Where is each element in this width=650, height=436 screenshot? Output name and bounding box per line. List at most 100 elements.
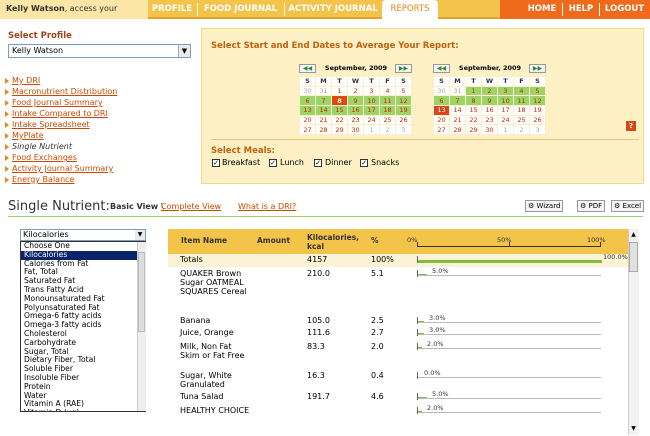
calendar-day[interactable]: 26 bbox=[395, 114, 412, 126]
calendar-day[interactable]: 31 bbox=[315, 85, 332, 97]
dinner-checkbox[interactable]: ✓ bbox=[314, 159, 322, 167]
calendar-day[interactable]: 10 bbox=[363, 95, 380, 107]
report-link-food-journal-summary[interactable]: Food Journal Summary bbox=[12, 98, 103, 107]
calendar-day[interactable]: 30 bbox=[347, 124, 364, 136]
calendar-day[interactable]: 22 bbox=[465, 114, 482, 126]
calendar-day[interactable]: 16 bbox=[347, 105, 364, 116]
calendar-day[interactable]: 13 bbox=[433, 105, 450, 116]
scroll-up-icon[interactable]: ▲ bbox=[629, 230, 638, 240]
calendar-day[interactable]: 17 bbox=[497, 105, 514, 116]
calendar-day[interactable]: 4 bbox=[513, 85, 530, 97]
tab-profile[interactable]: PROFILE bbox=[148, 0, 196, 19]
calendar-day[interactable]: 28 bbox=[449, 124, 466, 136]
next-month-button[interactable]: ▶▶ bbox=[529, 64, 546, 73]
calendar-day[interactable]: 9 bbox=[481, 95, 498, 107]
report-link-macronutrient-distribution[interactable]: Macronutrient Distribution bbox=[12, 87, 117, 96]
calendar-day[interactable]: 30 bbox=[433, 85, 450, 97]
wizard-button[interactable]: ⚙ Wizard bbox=[525, 200, 564, 212]
calendar-day[interactable]: 12 bbox=[529, 95, 546, 107]
calendar-day[interactable]: 7 bbox=[449, 95, 466, 107]
calendar-day[interactable]: 15 bbox=[331, 105, 348, 116]
calendar-day[interactable]: 24 bbox=[497, 114, 514, 126]
calendar-day[interactable]: 2 bbox=[347, 85, 364, 97]
calendar-day[interactable]: 21 bbox=[315, 114, 332, 126]
calendar-day[interactable]: 29 bbox=[465, 124, 482, 136]
calendar-day[interactable]: 18 bbox=[513, 105, 530, 116]
next-month-button[interactable]: ▶▶ bbox=[395, 64, 412, 73]
nutrient-select[interactable]: Kilocalories ▼ bbox=[20, 229, 146, 241]
calendar-day[interactable]: 2 bbox=[379, 124, 396, 136]
excel-button[interactable]: ⚙ Excel bbox=[611, 200, 645, 212]
calendar-day[interactable]: 11 bbox=[513, 95, 530, 107]
calendar-day[interactable]: 9 bbox=[347, 95, 364, 107]
calendar-day[interactable]: 19 bbox=[529, 105, 546, 116]
nutrient-option[interactable]: Vitamin D (ug) bbox=[21, 408, 145, 411]
logout-link[interactable]: LOGOUT bbox=[601, 0, 648, 19]
what-is-dri-link[interactable]: What is a DRI? bbox=[238, 202, 296, 211]
scroll-down-icon[interactable]: ▼ bbox=[629, 424, 638, 434]
calendar-day[interactable]: 15 bbox=[465, 105, 482, 116]
calendar-day[interactable]: 3 bbox=[529, 124, 546, 136]
calendar-day[interactable]: 25 bbox=[513, 114, 530, 126]
snacks-checkbox[interactable]: ✓ bbox=[360, 159, 368, 167]
calendar-day[interactable]: 13 bbox=[299, 105, 316, 116]
tab-reports[interactable]: REPORTS bbox=[382, 0, 438, 19]
report-link-food-exchanges[interactable]: Food Exchanges bbox=[12, 153, 77, 162]
calendar-day[interactable]: 2 bbox=[513, 124, 530, 136]
calendar-day[interactable]: 8 bbox=[331, 95, 348, 107]
calendar-day[interactable]: 1 bbox=[363, 124, 380, 136]
calendar-day[interactable]: 4 bbox=[379, 85, 396, 97]
tab-activity-journal[interactable]: ACTIVITY JOURNAL bbox=[286, 0, 380, 19]
calendar-day[interactable]: 1 bbox=[331, 85, 348, 97]
calendar-day[interactable]: 14 bbox=[449, 105, 466, 116]
prev-month-button[interactable]: ◀◀ bbox=[433, 64, 450, 73]
calendar-day[interactable]: 3 bbox=[363, 85, 380, 97]
calendar-day[interactable]: 31 bbox=[449, 85, 466, 97]
calendar-day[interactable]: 5 bbox=[395, 85, 412, 97]
calendar-day[interactable]: 12 bbox=[395, 95, 412, 107]
calendar-day[interactable]: 21 bbox=[449, 114, 466, 126]
calendar-day[interactable]: 18 bbox=[379, 105, 396, 116]
calendar-day[interactable]: 20 bbox=[433, 114, 450, 126]
report-link-intake-spreadsheet[interactable]: Intake Spreadsheet bbox=[12, 120, 90, 129]
help-link[interactable]: HELP bbox=[563, 0, 599, 19]
calendar-day[interactable]: 16 bbox=[481, 105, 498, 116]
calendar-day[interactable]: 30 bbox=[481, 124, 498, 136]
help-icon[interactable]: ? bbox=[626, 121, 636, 131]
calendar-day[interactable]: 17 bbox=[363, 105, 380, 116]
calendar-day[interactable]: 3 bbox=[497, 85, 514, 97]
calendar-day[interactable]: 2 bbox=[481, 85, 498, 97]
calendar-day[interactable]: 20 bbox=[299, 114, 316, 126]
lunch-checkbox[interactable]: ✓ bbox=[269, 159, 277, 167]
calendar-day[interactable]: 24 bbox=[363, 114, 380, 126]
pdf-button[interactable]: ⚙ PDF bbox=[577, 200, 606, 212]
calendar-day[interactable]: 28 bbox=[315, 124, 332, 136]
calendar-day[interactable]: 27 bbox=[299, 124, 316, 136]
report-link-energy-balance[interactable]: Energy Balance bbox=[12, 175, 74, 184]
calendar-day[interactable]: 30 bbox=[299, 85, 316, 97]
home-link[interactable]: HOME bbox=[522, 0, 562, 19]
report-link-my-dri[interactable]: My DRI bbox=[12, 76, 40, 85]
chevron-down-icon[interactable]: ▼ bbox=[135, 230, 145, 240]
calendar-day[interactable]: 1 bbox=[497, 124, 514, 136]
list-scrollbar-thumb[interactable] bbox=[138, 252, 145, 332]
calendar-day[interactable]: 23 bbox=[481, 114, 498, 126]
calendar-day[interactable]: 11 bbox=[379, 95, 396, 107]
calendar-day[interactable]: 8 bbox=[465, 95, 482, 107]
calendar-day[interactable]: 26 bbox=[529, 114, 546, 126]
complete-view-link[interactable]: Complete View bbox=[161, 202, 221, 211]
calendar-day[interactable]: 3 bbox=[395, 124, 412, 136]
prev-month-button[interactable]: ◀◀ bbox=[299, 64, 316, 73]
calendar-day[interactable]: 22 bbox=[331, 114, 348, 126]
report-link-single-nutrient[interactable]: Single Nutrient bbox=[12, 142, 72, 151]
report-link-activity-journal-summary[interactable]: Activity Journal Summary bbox=[12, 164, 113, 173]
report-link-intake-compared-to-dri[interactable]: Intake Compared to DRI bbox=[12, 109, 108, 118]
calendar-day[interactable]: 5 bbox=[529, 85, 546, 97]
calendar-day[interactable]: 7 bbox=[315, 95, 332, 107]
table-scrollbar-thumb[interactable] bbox=[629, 242, 638, 272]
calendar-day[interactable]: 27 bbox=[433, 124, 450, 136]
breakfast-checkbox[interactable]: ✓ bbox=[212, 159, 220, 167]
chevron-down-icon[interactable]: ▼ bbox=[178, 45, 190, 57]
report-link-myplate[interactable]: MyPlate bbox=[12, 131, 44, 140]
profile-select[interactable]: Kelly Watson ▼ bbox=[8, 44, 191, 58]
